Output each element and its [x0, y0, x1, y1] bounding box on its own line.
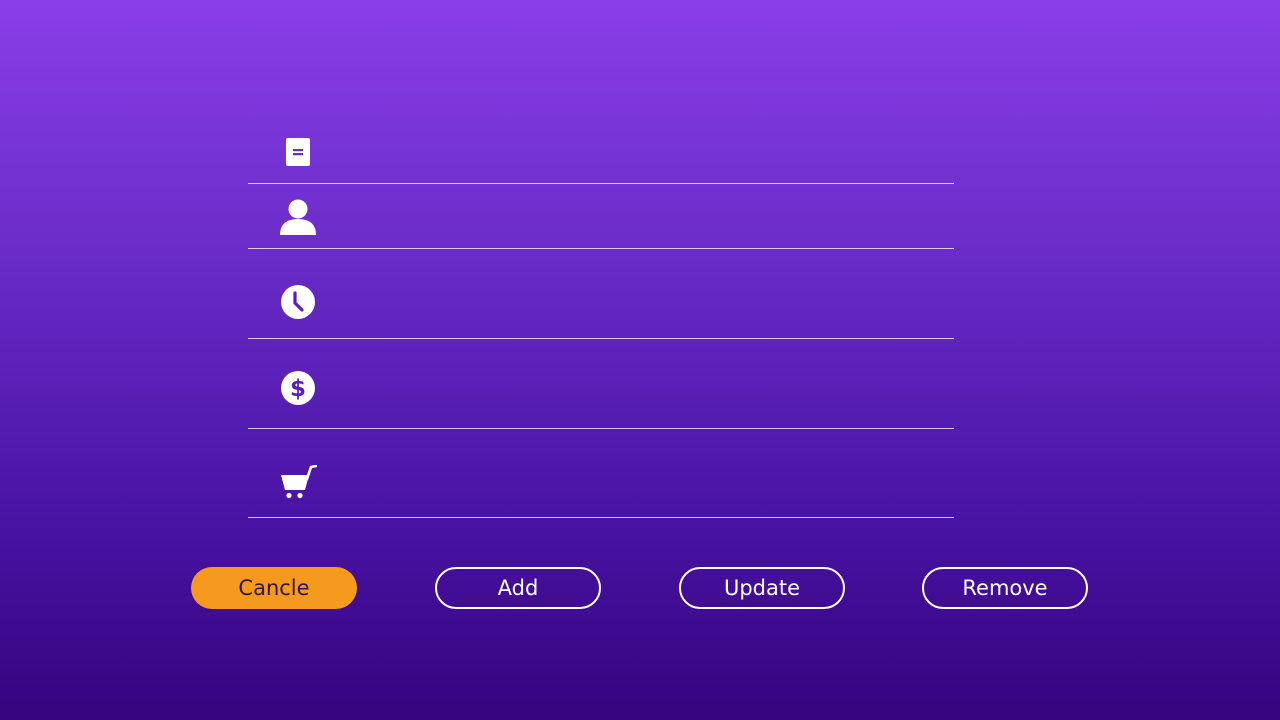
cancel-button[interactable]: Cancle — [191, 567, 357, 609]
cart-field-row — [248, 429, 954, 518]
person-icon — [278, 197, 318, 237]
clock-icon — [278, 282, 318, 322]
price-field-row: $ — [248, 339, 954, 429]
person-input[interactable] — [344, 202, 944, 232]
time-input[interactable] — [344, 279, 944, 311]
price-input[interactable] — [344, 369, 944, 401]
person-field-row — [248, 184, 954, 249]
update-button[interactable]: Update — [679, 567, 845, 609]
notes-input[interactable] — [344, 138, 944, 168]
document-icon — [278, 132, 318, 172]
entry-form: $ — [248, 120, 954, 518]
time-field-row — [248, 249, 954, 339]
cart-input[interactable] — [344, 459, 944, 491]
add-button[interactable]: Add — [435, 567, 601, 609]
svg-text:$: $ — [290, 376, 306, 402]
notes-field-row — [248, 120, 954, 184]
dollar-icon: $ — [278, 368, 318, 408]
remove-button[interactable]: Remove — [922, 567, 1088, 609]
cart-icon — [278, 462, 318, 502]
